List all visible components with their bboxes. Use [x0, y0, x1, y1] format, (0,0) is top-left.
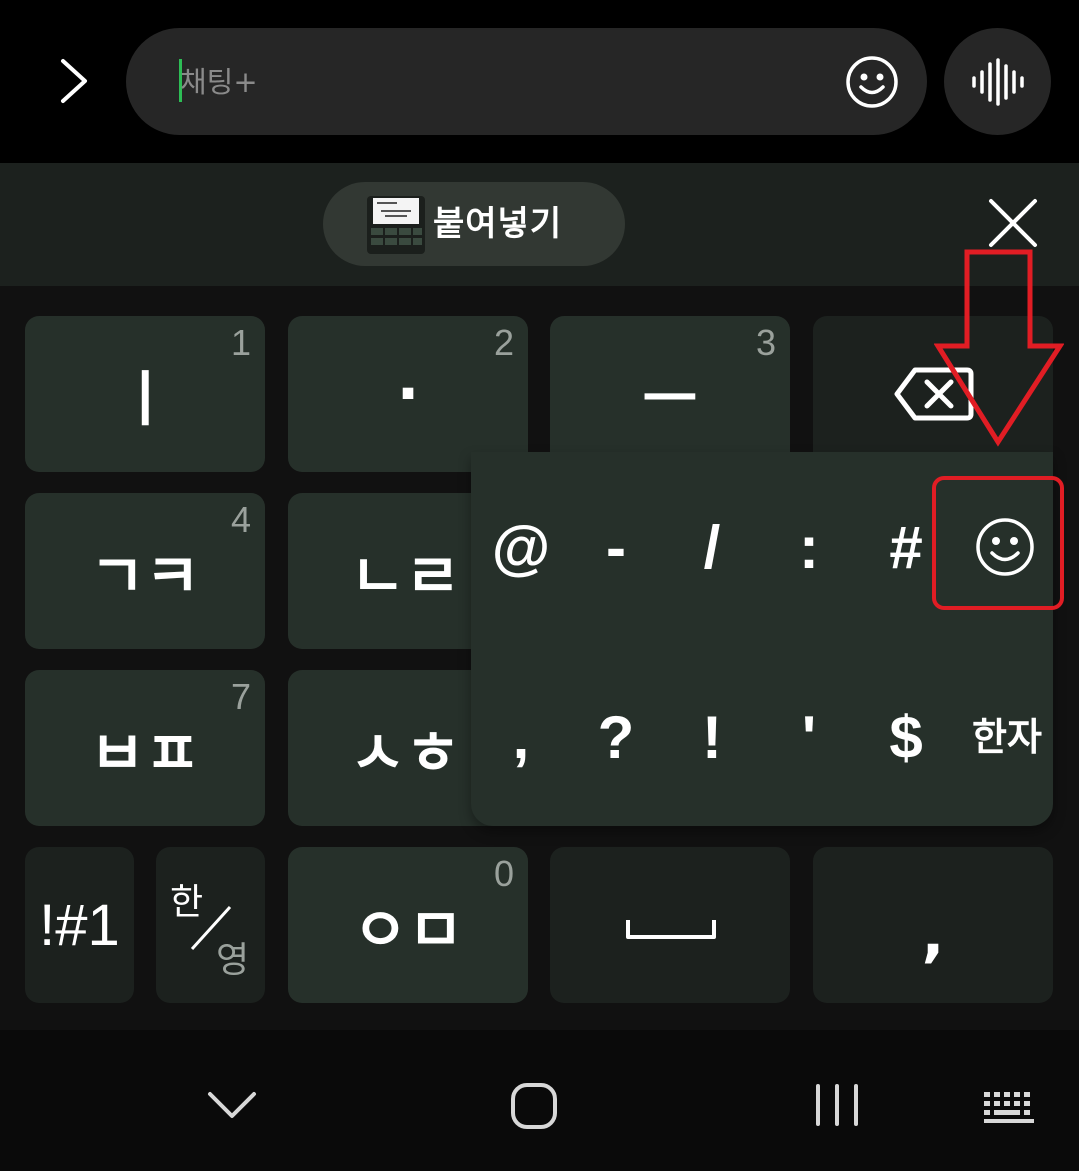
popup-symbol-at[interactable]: @	[477, 492, 565, 602]
input-placeholder: 채팅+	[180, 65, 258, 99]
paste-button[interactable]: 붙여넣기	[323, 182, 625, 266]
navigation-bar	[0, 1030, 1079, 1171]
space-icon	[626, 920, 716, 939]
popup-hanja[interactable]: 한자	[961, 678, 1053, 788]
chevron-down-icon[interactable]	[206, 1088, 258, 1122]
clipboard-strip: 붙여넣기	[0, 163, 1079, 286]
key-i[interactable]: 1 ㅣ	[25, 316, 265, 472]
chat-input-field[interactable]: 채팅+	[126, 28, 927, 135]
close-icon[interactable]	[983, 193, 1043, 253]
symbols-key[interactable]: !#1	[25, 847, 134, 1003]
key-label: !#1	[39, 892, 120, 958]
popup-symbol-dash[interactable]: -	[572, 492, 660, 602]
keyboard-icon[interactable]	[982, 1090, 1036, 1124]
voice-waveform-icon	[971, 57, 1024, 106]
popup-symbol-comma[interactable]: ,	[477, 682, 565, 792]
expand-button[interactable]	[40, 48, 106, 114]
key-label: ㅇㅁ	[352, 895, 464, 966]
recents-icon[interactable]	[812, 1082, 862, 1128]
annotation-arrow-icon	[934, 249, 1064, 447]
key-eu[interactable]: 3 ㅡ	[550, 316, 790, 472]
key-bieup-pieup[interactable]: 7 ㅂㅍ	[25, 670, 265, 826]
key-label: ㅡ	[642, 364, 698, 435]
popup-symbol-exclamation[interactable]: !	[668, 682, 756, 792]
chevron-right-icon	[61, 59, 87, 103]
comma-key[interactable]: ,	[813, 847, 1053, 1003]
annotation-highlight-box	[932, 476, 1064, 610]
paste-label: 붙여넣기	[433, 204, 563, 244]
language-toggle-key[interactable]: 한 영	[156, 847, 265, 1003]
popup-symbol-colon[interactable]: :	[765, 492, 853, 602]
key-label: ·	[396, 359, 420, 429]
smiley-icon[interactable]	[844, 54, 900, 110]
lang-label-english: 영	[216, 940, 250, 981]
clipboard-thumbnail	[367, 196, 425, 254]
key-dot[interactable]: 2 ·	[288, 316, 528, 472]
key-giyeok-kieuk[interactable]: 4 ㄱㅋ	[25, 493, 265, 649]
key-label: ,	[921, 900, 945, 970]
key-ieung-mieum[interactable]: 0 ㅇㅁ	[288, 847, 528, 1003]
popup-symbol-question[interactable]: ?	[572, 682, 660, 792]
key-label: ㄱㅋ	[89, 541, 201, 612]
screen: 채팅+ 붙여넣기 1 ㅣ 2 · 3 ㅡ 4 ㄱㅋ ㄴㄹ 7 ㅂㅍ ㅅㅎ !#1…	[0, 0, 1079, 1171]
home-icon[interactable]	[510, 1082, 558, 1130]
chat-input-bar: 채팅+	[0, 0, 1079, 163]
popup-symbol-slash[interactable]: /	[668, 492, 756, 602]
key-label: ㅣ	[117, 364, 173, 435]
voice-input-button[interactable]	[944, 28, 1051, 135]
popup-symbol-apostrophe[interactable]: '	[765, 682, 853, 792]
space-key[interactable]	[550, 847, 790, 1003]
key-label: ㅂㅍ	[89, 718, 201, 789]
popup-symbol-dollar[interactable]: $	[862, 682, 950, 792]
